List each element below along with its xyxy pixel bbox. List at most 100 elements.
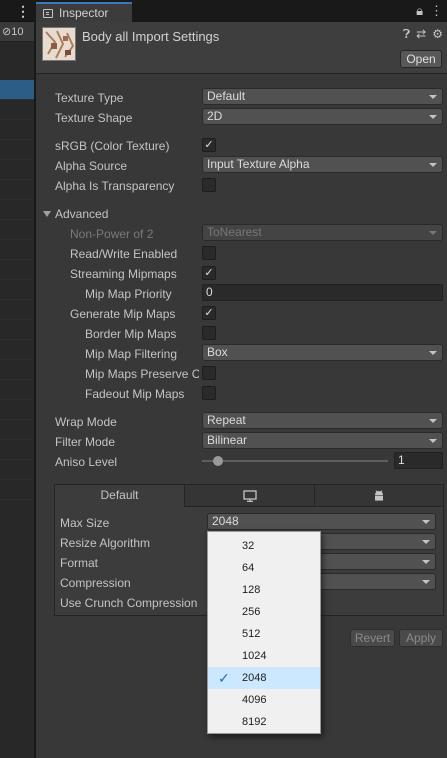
asset-title: Body all Import Settings [82, 29, 220, 44]
fadeout-mips-label: Fadeout Mip Maps [85, 387, 185, 401]
max-size-option[interactable]: 64 [208, 557, 320, 579]
max-size-option[interactable]: 4096 [208, 689, 320, 711]
aniso-slider-track[interactable] [202, 460, 388, 462]
alpha-source-label: Alpha Source [55, 159, 128, 173]
tab-platform-default[interactable]: Default [55, 485, 185, 507]
hierarchy-row[interactable] [0, 300, 34, 320]
chevron-down-icon [429, 439, 437, 443]
hierarchy-menu-icon[interactable]: ⋮ [16, 3, 30, 20]
hierarchy-row[interactable] [0, 420, 34, 440]
border-mips-checkbox[interactable] [202, 326, 216, 340]
hierarchy-row[interactable] [0, 380, 34, 400]
chevron-down-icon [429, 419, 437, 423]
chevron-down-icon [429, 163, 437, 167]
hierarchy-row[interactable] [0, 260, 34, 280]
srgb-checkbox[interactable]: ✓ [202, 138, 216, 152]
checkmark-icon: ✓ [218, 670, 230, 686]
hierarchy-row[interactable] [0, 80, 34, 100]
mip-priority-field[interactable]: 0 [202, 284, 443, 301]
aniso-slider-thumb[interactable] [213, 456, 223, 466]
streaming-mipmaps-checkbox[interactable]: ✓ [202, 266, 216, 280]
gear-icon[interactable]: ⚙︎ [432, 27, 443, 41]
wrap-mode-value: Repeat [207, 413, 246, 427]
max-size-option[interactable]: 128 [208, 579, 320, 601]
generate-mips-checkbox[interactable]: ✓ [202, 306, 216, 320]
max-size-option-selected[interactable]: ✓ 2048 [208, 667, 320, 689]
read-write-checkbox[interactable] [202, 246, 216, 260]
lock-icon[interactable]: 🔒︎ [416, 3, 423, 18]
preserve-coverage-label: Mip Maps Preserve C [85, 367, 199, 381]
tab-inspector-label: Inspector [59, 6, 109, 20]
hierarchy-row[interactable] [0, 320, 34, 340]
non-power-dropdown: ToNearest [202, 224, 443, 241]
chevron-down-icon [429, 95, 437, 99]
format-label: Format [60, 556, 99, 570]
streaming-mipmaps-label: Streaming Mipmaps [70, 267, 177, 281]
max-size-option[interactable]: 1024 [208, 645, 320, 667]
hierarchy-row[interactable] [0, 480, 34, 500]
tab-inspector[interactable]: Inspector [36, 2, 132, 22]
wrap-mode-dropdown[interactable]: Repeat [202, 412, 443, 429]
non-power-label: Non-Power of 2 [70, 227, 154, 241]
hierarchy-row[interactable] [0, 220, 34, 240]
read-write-label: Read/Write Enabled [70, 247, 178, 261]
hierarchy-row[interactable] [0, 180, 34, 200]
android-icon [375, 490, 383, 501]
hierarchy-row[interactable] [0, 340, 34, 360]
revert-button[interactable]: Revert [350, 629, 395, 647]
non-power-value: ToNearest [207, 225, 262, 239]
hierarchy-visibility-toggle[interactable]: ⊘10 [0, 22, 34, 42]
advanced-foldout-arrow-icon[interactable] [43, 211, 51, 217]
apply-button[interactable]: Apply [399, 629, 443, 647]
visibility-count: 10 [11, 26, 24, 38]
filter-mode-value: Bilinear [207, 433, 248, 447]
texture-shape-value: 2D [207, 109, 223, 123]
hierarchy-row[interactable] [0, 160, 34, 180]
generate-mips-label: Generate Mip Maps [70, 307, 176, 321]
max-size-option[interactable]: 512 [208, 623, 320, 645]
tab-platform-android[interactable] [315, 485, 443, 507]
texture-type-dropdown[interactable]: Default [202, 88, 443, 105]
max-size-label: Max Size [60, 516, 110, 530]
preset-icon[interactable]: ⇄ [416, 27, 426, 41]
hierarchy-row[interactable] [0, 400, 34, 420]
max-size-value: 2048 [212, 514, 239, 528]
fadeout-mips-checkbox[interactable] [202, 386, 216, 400]
hierarchy-panel-sliver: ⋮ ⊘10 [0, 0, 34, 758]
hierarchy-row[interactable] [0, 240, 34, 260]
open-button[interactable]: Open [400, 50, 442, 68]
max-size-option-label: 2048 [242, 672, 267, 684]
alpha-transparency-label: Alpha Is Transparency [55, 179, 175, 193]
chevron-down-icon [429, 231, 437, 235]
texture-shape-dropdown[interactable]: 2D [202, 108, 443, 125]
border-mips-label: Border Mip Maps [85, 327, 177, 341]
max-size-dropdown[interactable]: 2048 [207, 513, 436, 530]
hierarchy-row[interactable] [0, 440, 34, 460]
chevron-down-icon [422, 580, 430, 584]
max-size-option[interactable]: 32 [208, 535, 320, 557]
chevron-down-icon [429, 115, 437, 119]
advanced-foldout-label[interactable]: Advanced [55, 207, 108, 221]
aniso-level-field[interactable]: 1 [394, 452, 443, 469]
hierarchy-row[interactable] [0, 100, 34, 120]
max-size-option[interactable]: 8192 [208, 711, 320, 733]
filter-mode-dropdown[interactable]: Bilinear [202, 432, 443, 449]
aniso-level-label: Aniso Level [55, 455, 118, 469]
asset-header: Body all Import Settings ❓︎ ⇄ ⚙︎ Open [36, 22, 447, 74]
hierarchy-row[interactable] [0, 120, 34, 140]
help-icon[interactable]: ❓︎ [403, 27, 410, 41]
hierarchy-row[interactable] [0, 140, 34, 160]
hierarchy-row[interactable] [0, 200, 34, 220]
tab-platform-standalone[interactable] [185, 485, 315, 507]
hierarchy-row[interactable] [0, 360, 34, 380]
kebab-menu-icon[interactable]: ⋮ [430, 3, 443, 18]
texture-thumbnail [42, 27, 76, 61]
mip-filtering-dropdown[interactable]: Box [202, 344, 443, 361]
hierarchy-row[interactable] [0, 460, 34, 480]
alpha-source-dropdown[interactable]: Input Texture Alpha [202, 156, 443, 173]
hierarchy-row[interactable] [0, 280, 34, 300]
preserve-coverage-checkbox[interactable] [202, 366, 216, 380]
chevron-down-icon [429, 351, 437, 355]
alpha-transparency-checkbox[interactable] [202, 178, 216, 192]
max-size-option[interactable]: 256 [208, 601, 320, 623]
